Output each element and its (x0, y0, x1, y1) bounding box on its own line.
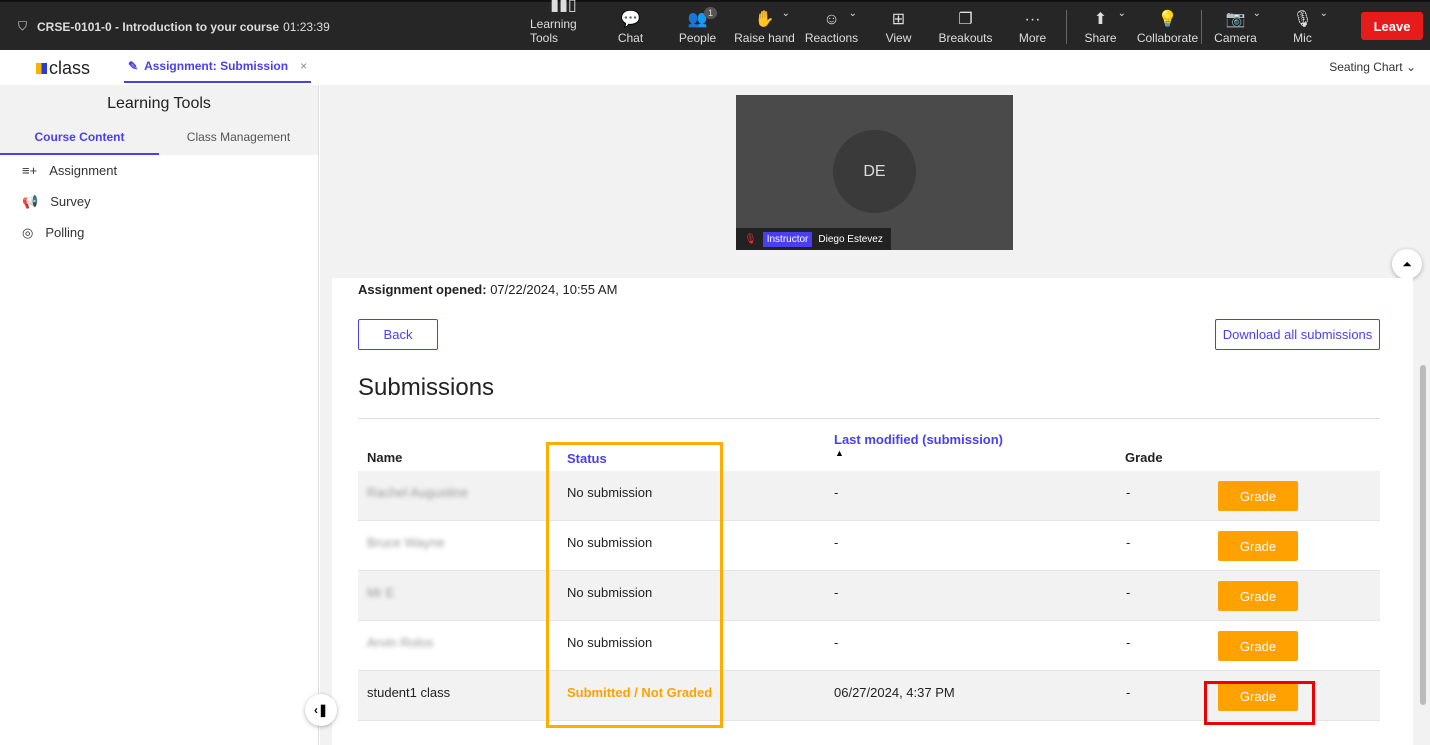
share-icon: ⬆ (1093, 11, 1108, 28)
sidebar-item-assignment[interactable]: ≡+ Assignment (0, 155, 318, 186)
breakouts-icon: ❐ (958, 11, 973, 28)
grade-value: - (1126, 685, 1131, 700)
list-add-icon: ≡+ (22, 163, 38, 178)
main-area: DE 🎙 Instructor Diego Estevez ⏶ Assignment… (320, 85, 1430, 745)
chevron-down-icon[interactable]: ⌄ (1320, 8, 1328, 19)
shield-icon: ⛉ (18, 19, 28, 33)
grade-value: - (1126, 585, 1131, 600)
toolbar-view-button[interactable]: ⊞ View (865, 2, 932, 50)
count-badge: 1 (704, 7, 718, 19)
toolbar-collaborate-button[interactable]: 💡 Collaborate (1134, 2, 1201, 50)
avatar: DE (833, 130, 916, 213)
assignment-opened: Assignment opened: 07/22/2024, 10:55 AM (358, 282, 618, 297)
toolbar-more-button[interactable]: ··· More (999, 2, 1066, 50)
toolbar-people-button[interactable]: 👥 People 1 (664, 2, 731, 50)
last-modified: - (834, 585, 839, 600)
more-icon: ··· (1024, 11, 1041, 28)
scrollbar[interactable] (1420, 365, 1426, 705)
table-row: Arvin Rolos No submission - - Grade (358, 621, 1380, 671)
tab-class-management[interactable]: Class Management (159, 123, 318, 155)
grade-value: - (1126, 535, 1131, 550)
column-name: Name (367, 450, 403, 465)
grade-button[interactable]: Grade (1218, 581, 1298, 611)
submissions-panel: Assignment opened: 07/22/2024, 10:55 AM … (332, 278, 1413, 745)
chevron-down-icon[interactable]: ⌄ (782, 8, 790, 19)
toolbar-camera-button[interactable]: 📷 Camera ⌄ (1202, 2, 1269, 50)
student-name: Rachel Augustine (367, 485, 469, 500)
class-logo: class (36, 58, 90, 79)
last-modified: - (834, 535, 839, 550)
close-tab-icon[interactable]: × (300, 59, 307, 73)
page-title: Submissions (358, 374, 495, 401)
status-highlight (546, 442, 723, 728)
mic-off-icon: 🎙 (1292, 11, 1313, 28)
table-row: Mr E No submission - - Grade (358, 571, 1380, 621)
toolbar-learning-tools-button[interactable]: ▮▮▯ Learning Tools (530, 0, 597, 50)
sidebar-item-polling[interactable]: ◎ Polling (0, 217, 318, 248)
video-tile: DE 🎙 Instructor Diego Estevez (736, 95, 1013, 250)
tab-bar: class ✎ Assignment: Submission × Seating… (0, 50, 1430, 85)
smiley-icon: ☺ (823, 11, 840, 28)
meeting-title: CRSE-0101-0 - Introduction to your cours… (37, 19, 280, 34)
learning-tools-sidebar: Learning Tools Course Content Class Mana… (0, 85, 319, 745)
grade-highlight (1204, 681, 1315, 725)
last-modified: 06/27/2024, 4:37 PM (834, 685, 955, 700)
mic-off-icon: 🎙 (744, 233, 757, 245)
grade-value: - (1126, 485, 1131, 500)
sidebar-title: Learning Tools (0, 85, 318, 123)
student-name: Arvin Rolos (367, 635, 434, 650)
last-modified: - (834, 485, 839, 500)
chat-icon: 💬 (620, 11, 641, 28)
meeting-info: ⛉ CRSE-0101-0 - Introduction to your cou… (18, 19, 330, 34)
grade-button[interactable]: Grade (1218, 531, 1298, 561)
column-grade: Grade (1125, 450, 1163, 465)
last-modified: - (834, 635, 839, 650)
role-badge: Instructor (762, 231, 813, 247)
collapse-video-button[interactable]: ⏶ (1392, 249, 1422, 279)
tab-assignment-submission[interactable]: ✎ Assignment: Submission × (124, 50, 311, 83)
meeting-toolbar: ⛉ CRSE-0101-0 - Introduction to your cou… (0, 0, 1430, 50)
table-row: Bruce Wayne No submission - - Grade (358, 521, 1380, 571)
student-name: Bruce Wayne (367, 535, 445, 550)
download-all-button[interactable]: Download all submissions (1215, 319, 1380, 350)
megaphone-icon: 📢 (22, 193, 39, 209)
sort-asc-icon: ▲ (835, 448, 844, 458)
back-button[interactable]: Back (358, 319, 438, 350)
tab-course-content[interactable]: Course Content (0, 123, 159, 155)
table-row: Rachel Augustine No submission - - Grade (358, 471, 1380, 521)
student-name: student1 class (367, 685, 451, 700)
chevron-down-icon[interactable]: ⌄ (1118, 8, 1126, 19)
leave-button[interactable]: Leave (1361, 12, 1423, 40)
check-circle-icon: ◎ (22, 224, 34, 240)
layout-icon: ⊞ (891, 11, 906, 28)
grade-value: - (1126, 635, 1131, 650)
seating-chart-dropdown[interactable]: Seating Chart ⌄ (1329, 60, 1416, 74)
chevron-down-icon[interactable]: ⌄ (849, 8, 857, 19)
sidebar-item-survey[interactable]: 📢 Survey (0, 186, 318, 217)
grade-button[interactable]: Grade (1218, 631, 1298, 661)
meeting-timer: 01:23:39 (283, 19, 330, 34)
camera-off-icon: 📷 (1225, 11, 1246, 28)
toolbar-raise-hand-button[interactable]: ✋ Raise hand ⌄ (731, 2, 798, 50)
toolbar-breakouts-button[interactable]: ❐ Breakouts (932, 2, 999, 50)
column-last-modified[interactable]: Last modified (submission) (834, 432, 1003, 447)
toolbar-mic-button[interactable]: 🎙 Mic ⌄ (1269, 2, 1336, 50)
participant-name: Diego Estevez (818, 233, 883, 245)
student-name: Mr E (367, 585, 395, 600)
chevron-down-icon: ⌄ (1405, 60, 1416, 74)
collapse-sidebar-button[interactable]: ‹❚ (305, 694, 337, 726)
bar-chart-icon: ▮▮▯ (550, 0, 577, 14)
grade-button[interactable]: Grade (1218, 481, 1298, 511)
chevron-down-icon[interactable]: ⌄ (1253, 8, 1261, 19)
toolbar-reactions-button[interactable]: ☺ Reactions ⌄ (798, 2, 865, 50)
lightbulb-icon: 💡 (1157, 11, 1178, 28)
toolbar-share-button[interactable]: ⬆ Share ⌄ (1067, 2, 1134, 50)
edit-icon: ✎ (128, 58, 139, 73)
toolbar-chat-button[interactable]: 💬 Chat (597, 2, 664, 50)
tab-label: Assignment: Submission (144, 58, 289, 73)
hand-icon: ✋ (754, 11, 775, 28)
